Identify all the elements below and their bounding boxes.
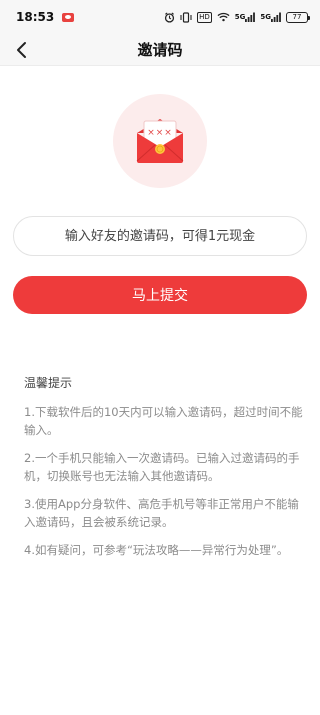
submit-button[interactable]: 马上提交 <box>13 276 307 314</box>
status-time: 18:53 <box>16 10 55 24</box>
tips-section: 温馨提示 1.下载软件后的10天内可以输入邀请码，超过时间不能输入。 2.一个手… <box>24 374 306 569</box>
chevron-left-icon <box>17 42 26 58</box>
envelope-card-text: ××× <box>147 128 173 138</box>
tips-title: 温馨提示 <box>24 376 73 390</box>
alarm-icon <box>164 11 175 23</box>
hd-icon: HD <box>197 11 212 23</box>
signal-icon-1: 5G <box>235 12 256 22</box>
red-envelope-invite-icon: ××× <box>136 119 184 163</box>
tip-item: 4.如有疑问，可参考“玩法攻略——异常行为处理”。 <box>24 543 289 557</box>
tip-item: 1.下载软件后的10天内可以输入邀请码，超过时间不能输入。 <box>24 405 303 437</box>
status-icons: HD 5G 5G 77 <box>164 11 310 23</box>
signal-label-1: 5G <box>234 13 246 21</box>
tip-item: 2.一个手机只能输入一次邀请码。已输入过邀请码的手机，切换账号也无法输入其他邀请… <box>24 451 300 483</box>
status-bar: 18:53 HD 5G 5G 77 <box>0 0 320 34</box>
tip-item: 3.使用App分身软件、高危手机号等非正常用户不能输入邀请码，且会被系统记录。 <box>24 497 299 529</box>
back-button[interactable] <box>10 38 34 62</box>
signal-label-2: 5G <box>260 13 271 21</box>
app-notification-icon <box>62 12 75 22</box>
wifi-icon <box>217 12 230 22</box>
battery-icon: 77 <box>286 11 310 23</box>
hero-illustration: ××× <box>113 94 207 188</box>
invite-code-input[interactable] <box>13 216 307 256</box>
signal-icon-2: 5G <box>260 12 281 22</box>
vibrate-icon <box>180 11 192 23</box>
nav-bar: 邀请码 <box>0 34 320 66</box>
page-title: 邀请码 <box>137 41 183 59</box>
